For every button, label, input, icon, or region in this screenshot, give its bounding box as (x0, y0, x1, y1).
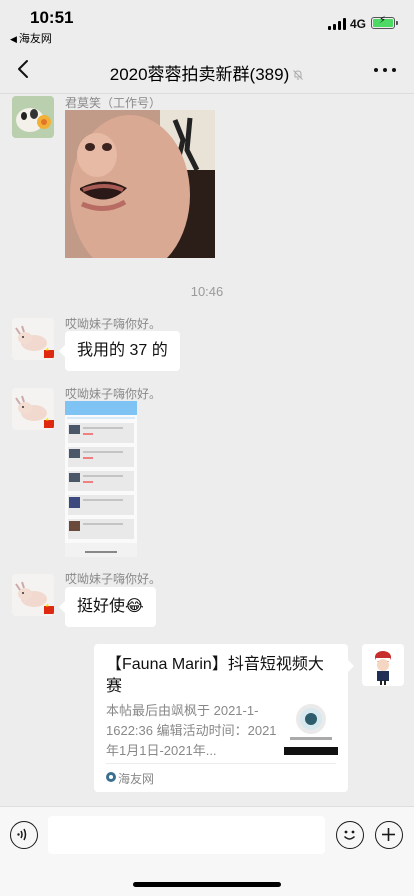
charging-bolt-icon: ⚡ (379, 15, 387, 26)
china-flag-icon (44, 603, 54, 614)
link-card[interactable]: 【Fauna Marin】抖音短视频大赛 本帖最后由飒枫于 2021-1-162… (94, 644, 354, 792)
text-message-content: 挺好使 (77, 598, 126, 615)
text-message[interactable]: 挺好使😂 (59, 587, 156, 627)
status-time: 10:51 (30, 8, 74, 27)
network-type: 4G (350, 17, 367, 31)
sender-name: 君莫笑（工作号） (65, 96, 162, 110)
my-avatar[interactable] (362, 644, 404, 686)
message-input[interactable] (48, 816, 325, 854)
link-card-thumbnail (284, 699, 338, 755)
back-triangle-icon: ◀ (10, 34, 17, 44)
battery-icon: ⚡ (371, 15, 398, 29)
back-to-app-link[interactable]: ◀ 海友网 (10, 30, 52, 46)
plus-icon[interactable] (375, 821, 403, 849)
china-flag-icon (44, 417, 54, 428)
avatar[interactable] (12, 318, 54, 360)
back-app-label: 海友网 (18, 33, 52, 45)
status-bar: 10:51 ◀ 海友网 4G ⚡ (0, 0, 414, 46)
more-icon[interactable] (374, 68, 396, 74)
text-message[interactable]: 我用的 37 的 (59, 331, 180, 371)
signal-icon (328, 18, 346, 30)
laughing-emoji-icon: 😂 (125, 598, 144, 615)
image-message[interactable] (65, 110, 215, 258)
link-card-title: 【Fauna Marin】抖音短视频大赛 (106, 656, 324, 695)
home-indicator[interactable] (133, 882, 281, 887)
bell-off-icon (293, 70, 304, 80)
emoji-icon[interactable] (336, 821, 364, 849)
chat-messages: 君莫笑（工作号） 10:46 哎呦妹子嗨你好。 我用的 37 的 (0, 94, 414, 806)
chat-title: 2020蓉蓉拍卖新群(389) (0, 60, 414, 85)
sender-name: 哎呦妹子嗨你好。 (65, 572, 162, 586)
time-separator: 10:46 (190, 284, 224, 299)
chat-title-text: 2020蓉蓉拍卖新群(389) (109, 65, 290, 84)
image-message[interactable] (65, 401, 137, 557)
link-card-description: 本帖最后由飒枫于 2021-1-1622:36 编辑活动时间：2021年1月1日… (106, 703, 277, 758)
chat-header: 2020蓉蓉拍卖新群(389) (0, 46, 414, 94)
avatar[interactable] (12, 574, 54, 616)
china-flag-icon (44, 347, 54, 358)
sender-name: 哎呦妹子嗨你好。 (65, 387, 162, 401)
sender-name: 哎呦妹子嗨你好。 (65, 317, 162, 331)
voice-icon[interactable] (10, 821, 38, 849)
link-card-divider (106, 763, 336, 764)
source-app-icon (106, 772, 116, 782)
link-card-source: 海友网 (118, 772, 155, 786)
avatar[interactable] (12, 96, 54, 138)
avatar[interactable] (12, 388, 54, 430)
